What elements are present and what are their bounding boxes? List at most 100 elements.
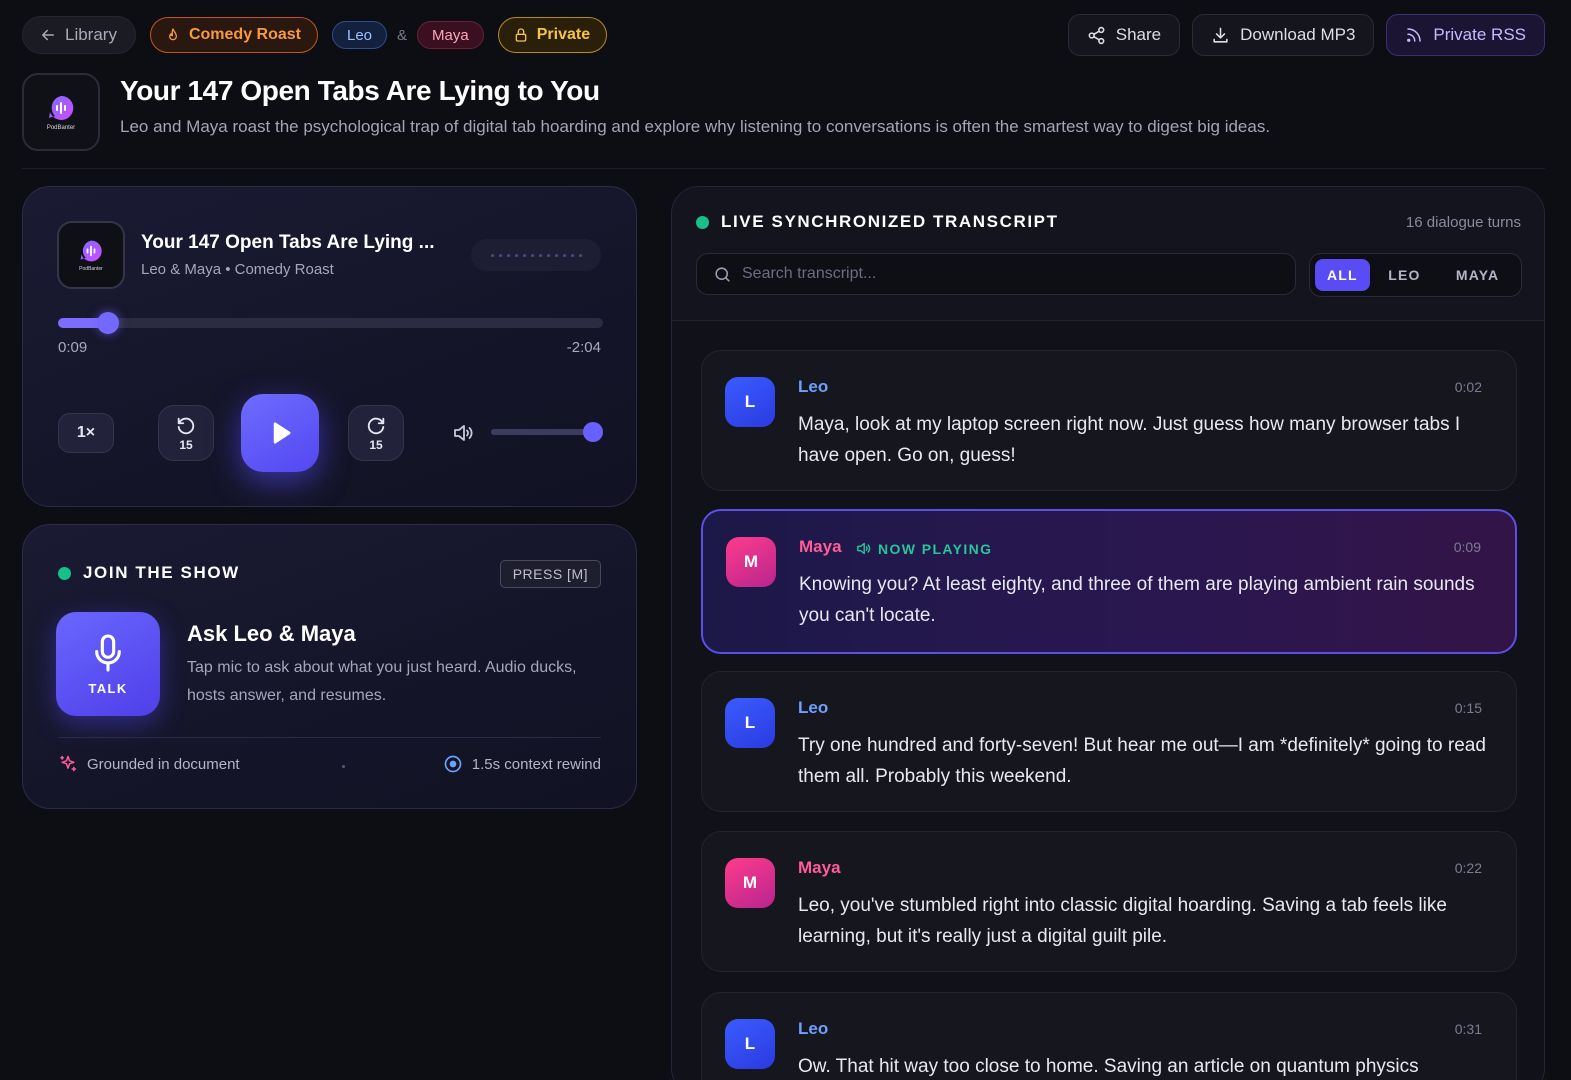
filter-all-button[interactable]: ALL (1315, 259, 1370, 291)
filter-leo-button[interactable]: LEO (1374, 259, 1435, 291)
talk-mic-button[interactable]: TALK (56, 612, 160, 716)
player-episode-title: Your 147 Open Tabs Are Lying ... (141, 232, 435, 253)
speaker-name: Leo (798, 1019, 829, 1038)
podcast-logo: PodBanter (22, 73, 100, 151)
category-badge[interactable]: Comedy Roast (149, 17, 318, 53)
flame-icon (168, 28, 177, 41)
top-bar: Library Comedy Roast Leo & Maya Private … (22, 14, 1545, 56)
player-episode-meta: Leo & Maya • Comedy Roast (141, 261, 334, 278)
page-title: Your 147 Open Tabs Are Lying to You (120, 75, 600, 106)
download-label: Download MP3 (1240, 25, 1356, 44)
skip-forward-seconds: 15 (369, 437, 383, 452)
play-button[interactable] (241, 394, 319, 472)
speaker-name: Leo (798, 377, 829, 396)
audio-player-card: PodBanter Your 147 Open Tabs Are Lying .… (22, 186, 637, 507)
turn-text: Knowing you? At least eighty, and three … (799, 574, 1475, 626)
transcript-header: LIVE SYNCHRONIZED TRANSCRIPT 16 dialogue… (672, 187, 1544, 321)
now-playing-label: NOW PLAYING (878, 540, 993, 557)
avatar-maya: M (726, 537, 776, 587)
transcript-turn-active[interactable]: M Maya NOW PLAYING 0:09 Knowing you? At … (701, 509, 1517, 654)
ampersand: & (397, 26, 408, 44)
speaker-name: Maya (799, 537, 842, 556)
host-leo-label: Leo (347, 26, 373, 44)
target-icon (444, 755, 462, 773)
waveform-indicator (471, 239, 601, 271)
rss-icon (1407, 28, 1422, 42)
skip-back-button[interactable]: 15 (158, 405, 214, 461)
search-input[interactable] (742, 265, 1262, 283)
arrow-left-icon (42, 29, 54, 41)
avatar-leo: L (725, 1019, 775, 1069)
context-rewind-note: 1.5s context rewind (443, 754, 601, 774)
transcript-turn[interactable]: L Leo 0:31 Ow. That hit way too close to… (701, 992, 1517, 1080)
share-button[interactable]: Share (1067, 14, 1181, 56)
transcript-turn[interactable]: M Maya 0:22 Leo, you've stumbled right i… (701, 831, 1517, 972)
turn-timestamp[interactable]: 0:15 (1455, 700, 1482, 716)
dialogue-turn-count: 16 dialogue turns (1405, 214, 1521, 231)
live-dot-icon (696, 215, 709, 229)
page-subtitle: Leo and Maya roast the psychological tra… (120, 117, 1271, 136)
play-icon (273, 422, 291, 444)
player-artwork: PodBanter (57, 221, 125, 289)
time-current: 0:09 (58, 339, 88, 356)
share-label: Share (1115, 25, 1162, 44)
skip-forward-button[interactable]: 15 (348, 405, 404, 461)
speaker-wave-icon (857, 542, 871, 555)
volume-icon[interactable] (451, 421, 475, 445)
filter-maya-button[interactable]: MAYA (1439, 259, 1516, 291)
speaker-name: Maya (798, 858, 841, 877)
join-show-heading: JOIN THE SHOW (58, 563, 240, 583)
sparkles-icon (60, 755, 77, 772)
seek-bar[interactable] (58, 312, 603, 334)
ask-hosts-title: Ask Leo & Maya (187, 621, 356, 646)
microphone-icon (95, 633, 121, 672)
turn-text: Ow. That hit way too close to home. Savi… (798, 1056, 1419, 1077)
app-root: Library Comedy Roast Leo & Maya Private … (0, 0, 1571, 1080)
host-maya-label: Maya (432, 26, 469, 44)
ask-hosts-description: Tap mic to ask about what you just heard… (187, 659, 577, 704)
top-actions: Share Download MP3 Private RSS (1067, 14, 1545, 56)
private-rss-button[interactable]: Private RSS (1386, 14, 1545, 56)
transcript-title: LIVE SYNCHRONIZED TRANSCRIPT (721, 212, 1059, 231)
live-dot-icon (58, 566, 71, 580)
forward-icon (367, 417, 385, 434)
talk-label: TALK (88, 680, 128, 696)
rewind-icon (177, 417, 195, 434)
avatar-leo: L (725, 377, 775, 427)
volume-slider[interactable] (491, 422, 603, 442)
context-rewind-label: 1.5s context rewind (471, 755, 601, 773)
skip-back-seconds: 15 (179, 437, 193, 452)
speaker-name: Leo (798, 698, 829, 717)
transcript-turn[interactable]: L Leo 0:02 Maya, look at my laptop scree… (701, 350, 1517, 491)
host-badge-leo[interactable]: Leo (332, 21, 388, 49)
library-back-button[interactable]: Library (22, 16, 136, 54)
volume-slider-handle[interactable] (583, 422, 603, 442)
transcript-turn[interactable]: L Leo 0:15 Try one hundred and forty-sev… (701, 671, 1517, 812)
privacy-label: Private (536, 26, 591, 43)
privacy-badge[interactable]: Private (497, 17, 608, 53)
seek-bar-handle[interactable] (97, 312, 119, 334)
keyboard-shortcut-hint: PRESS [M] (499, 560, 601, 588)
turn-timestamp[interactable]: 0:22 (1455, 860, 1482, 876)
episode-header: PodBanter Your 147 Open Tabs Are Lying t… (22, 73, 1545, 169)
artwork-logo-text: PodBanter (79, 266, 103, 272)
turn-text: Try one hundred and forty-seven! But hea… (798, 735, 1486, 787)
transcript-heading: LIVE SYNCHRONIZED TRANSCRIPT (696, 212, 1059, 232)
join-show-title: JOIN THE SHOW (83, 563, 240, 582)
grounded-label: Grounded in document (87, 755, 240, 773)
playback-speed-button[interactable]: 1× (58, 413, 114, 453)
turn-timestamp[interactable]: 0:31 (1455, 1021, 1482, 1037)
download-icon (1213, 27, 1228, 43)
divider (58, 737, 601, 738)
turn-timestamp[interactable]: 0:02 (1455, 379, 1482, 395)
turn-timestamp[interactable]: 0:09 (1454, 539, 1481, 555)
host-badge-maya[interactable]: Maya (417, 21, 484, 49)
time-remaining: -2:04 (566, 339, 601, 356)
join-show-card: JOIN THE SHOW PRESS [M] TALK Ask Leo & M… (22, 524, 637, 809)
turn-text: Maya, look at my laptop screen right now… (798, 414, 1461, 466)
search-icon (715, 266, 730, 282)
download-mp3-button[interactable]: Download MP3 (1192, 14, 1375, 56)
avatar-leo: L (725, 698, 775, 748)
volume-slider-fill (491, 429, 593, 435)
category-label: Comedy Roast (188, 26, 301, 43)
